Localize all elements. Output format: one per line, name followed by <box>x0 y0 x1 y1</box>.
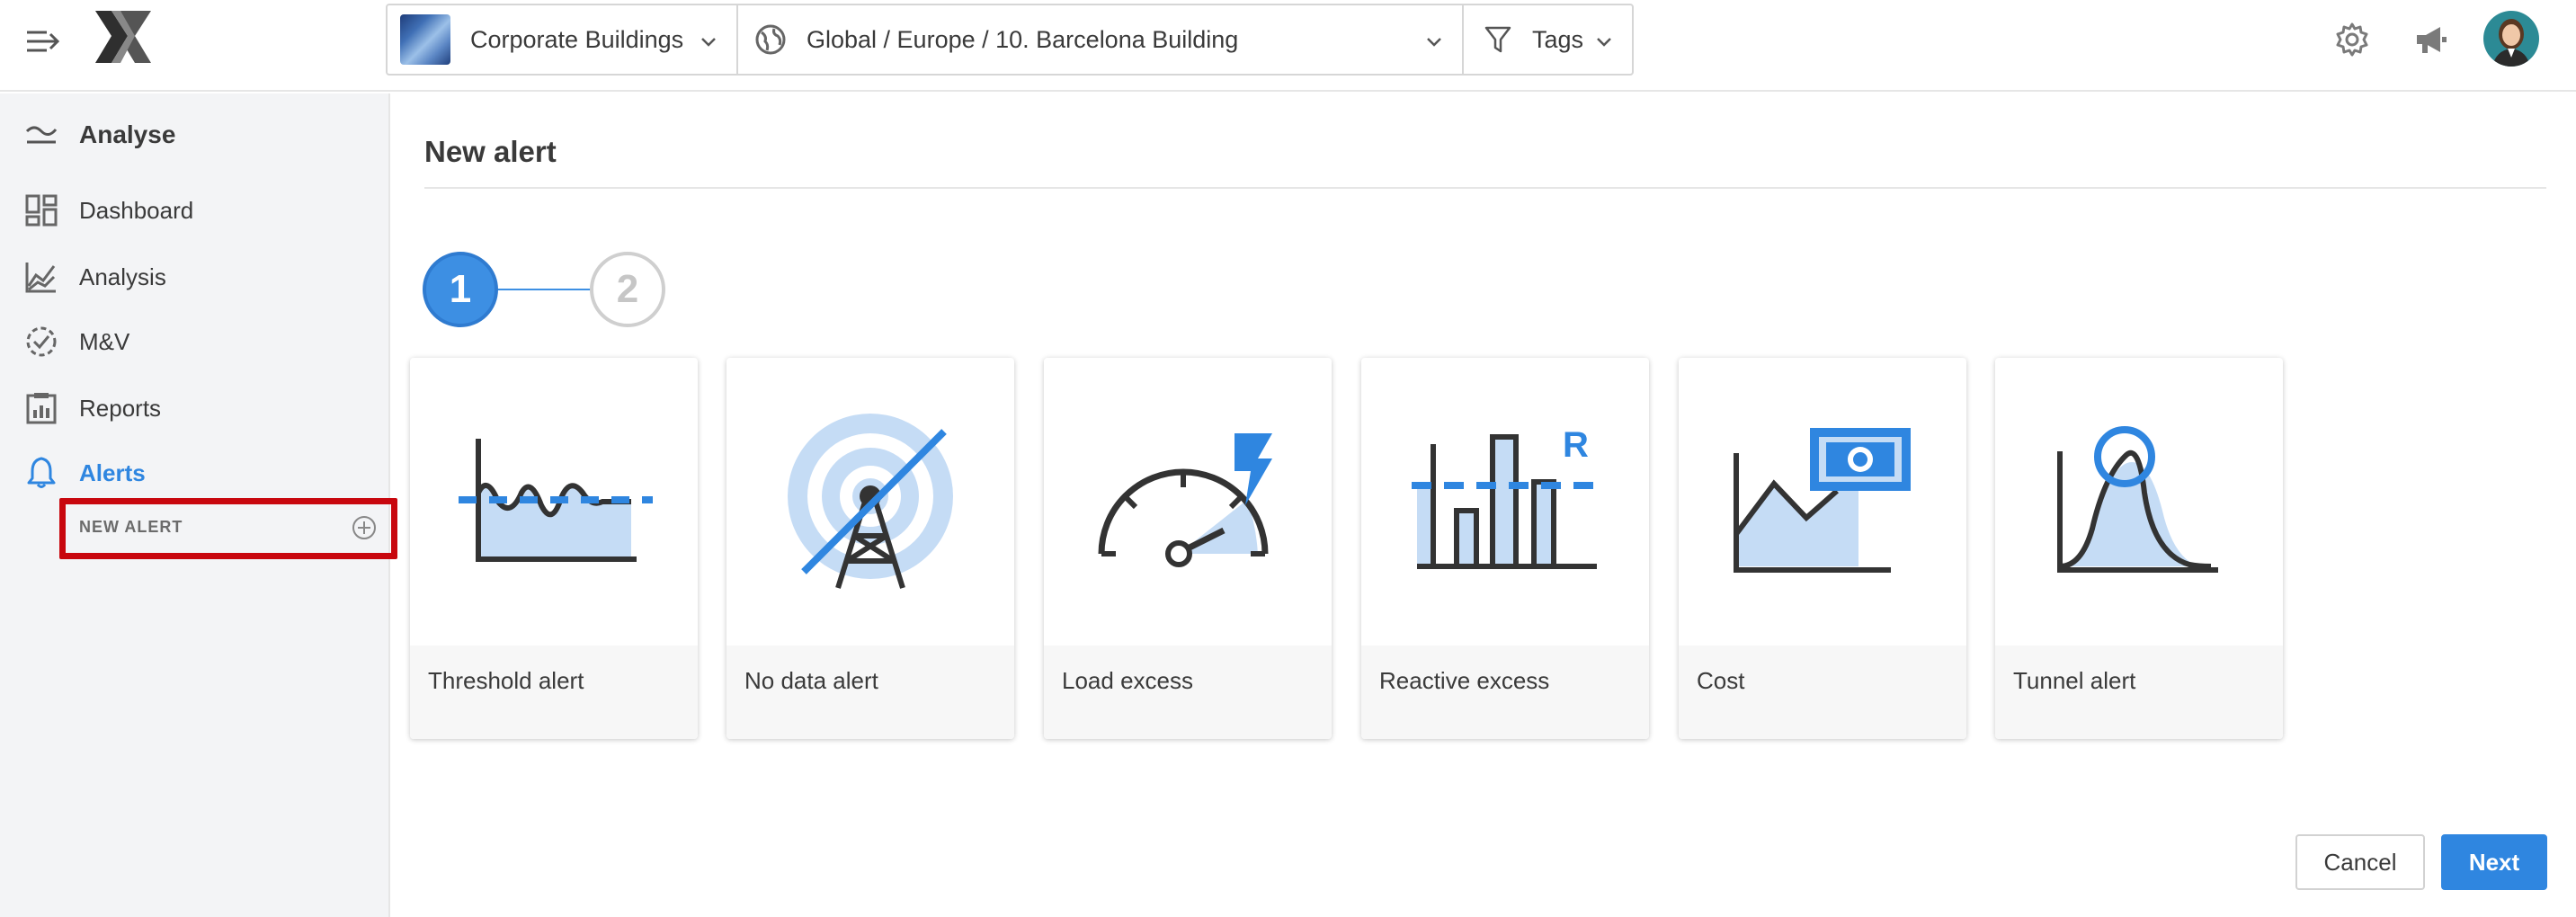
threshold-alert-icon <box>410 358 698 645</box>
tags-selector-label: Tags <box>1532 26 1583 54</box>
alert-type-no-data[interactable]: No data alert <box>726 358 1014 739</box>
cancel-button[interactable]: Cancel <box>2295 834 2425 890</box>
sidebar-item-analysis[interactable]: Analysis <box>0 250 390 304</box>
alert-type-cost[interactable]: Cost <box>1679 358 1966 739</box>
stepper-connector <box>496 289 592 290</box>
analyse-wave-icon <box>23 117 59 153</box>
sidebar-item-label: Dashboard <box>79 197 193 225</box>
location-selector[interactable]: Global / Europe / 10. Barcelona Building <box>736 5 1462 74</box>
cost-icon <box>1679 358 1966 645</box>
menu-toggle-icon[interactable] <box>23 22 63 61</box>
alert-type-load-excess[interactable]: Load excess <box>1044 358 1332 739</box>
sidebar-item-label: M&V <box>79 328 129 356</box>
top-bar: Corporate Buildings Global / Europe / 10… <box>0 0 2576 92</box>
logo-icon[interactable] <box>94 9 153 65</box>
building-thumbnail <box>400 14 450 65</box>
bell-icon <box>23 455 59 491</box>
reports-icon <box>23 390 59 426</box>
sidebar-subitem-new-alert[interactable]: NEW ALERT <box>67 500 390 554</box>
mv-check-icon <box>23 324 59 360</box>
sidebar-item-reports[interactable]: Reports <box>0 381 390 435</box>
plus-circle-icon[interactable] <box>351 514 378 541</box>
sidebar-section-analyse[interactable]: Analyse <box>0 108 390 162</box>
building-selector[interactable]: Corporate Buildings <box>388 5 736 74</box>
reactive-excess-icon: R <box>1361 358 1649 645</box>
card-label: Reactive excess <box>1379 667 1549 695</box>
megaphone-icon[interactable] <box>2411 20 2451 59</box>
alert-type-tunnel[interactable]: Tunnel alert <box>1995 358 2283 739</box>
reactive-marker: R <box>1563 425 1589 465</box>
card-label: Tunnel alert <box>2013 667 2135 695</box>
avatar[interactable] <box>2483 11 2539 67</box>
load-excess-icon <box>1044 358 1332 645</box>
context-selector-group: Corporate Buildings Global / Europe / 10… <box>386 4 1634 76</box>
tunnel-alert-icon <box>1995 358 2283 645</box>
card-label: No data alert <box>744 667 878 695</box>
alert-type-threshold[interactable]: Threshold alert <box>410 358 698 739</box>
globe-icon <box>754 23 787 56</box>
new-alert-label: NEW ALERT <box>79 518 183 537</box>
dashboard-icon <box>23 192 59 228</box>
filter-icon <box>1484 24 1512 55</box>
gear-icon[interactable] <box>2332 20 2372 59</box>
title-divider <box>424 187 2546 189</box>
sidebar-item-label: Analysis <box>79 263 166 291</box>
step-1-indicator: 1 <box>423 252 498 327</box>
sidebar-item-mv[interactable]: M&V <box>0 315 390 369</box>
sidebar-section-label: Analyse <box>79 120 175 149</box>
chevron-down-icon <box>699 32 718 52</box>
location-selector-label: Global / Europe / 10. Barcelona Building <box>807 26 1238 54</box>
building-selector-label: Corporate Buildings <box>470 26 683 54</box>
next-button[interactable]: Next <box>2441 834 2547 890</box>
step-2-indicator: 2 <box>590 252 665 327</box>
tags-selector[interactable]: Tags <box>1462 5 1632 74</box>
analysis-chart-icon <box>23 259 59 295</box>
page-title: New alert <box>424 135 557 169</box>
alert-type-reactive-excess[interactable]: R Reactive excess <box>1361 358 1649 739</box>
no-data-alert-icon <box>726 358 1014 645</box>
sidebar-item-dashboard[interactable]: Dashboard <box>0 183 390 237</box>
sidebar-item-alerts[interactable]: Alerts <box>0 446 390 500</box>
chevron-down-icon <box>1594 32 1614 52</box>
card-label: Cost <box>1697 667 1744 695</box>
sidebar-item-label: Alerts <box>79 459 146 487</box>
card-label: Load excess <box>1062 667 1193 695</box>
sidebar-item-label: Reports <box>79 395 161 423</box>
chevron-down-icon <box>1424 32 1444 52</box>
card-label: Threshold alert <box>428 667 584 695</box>
